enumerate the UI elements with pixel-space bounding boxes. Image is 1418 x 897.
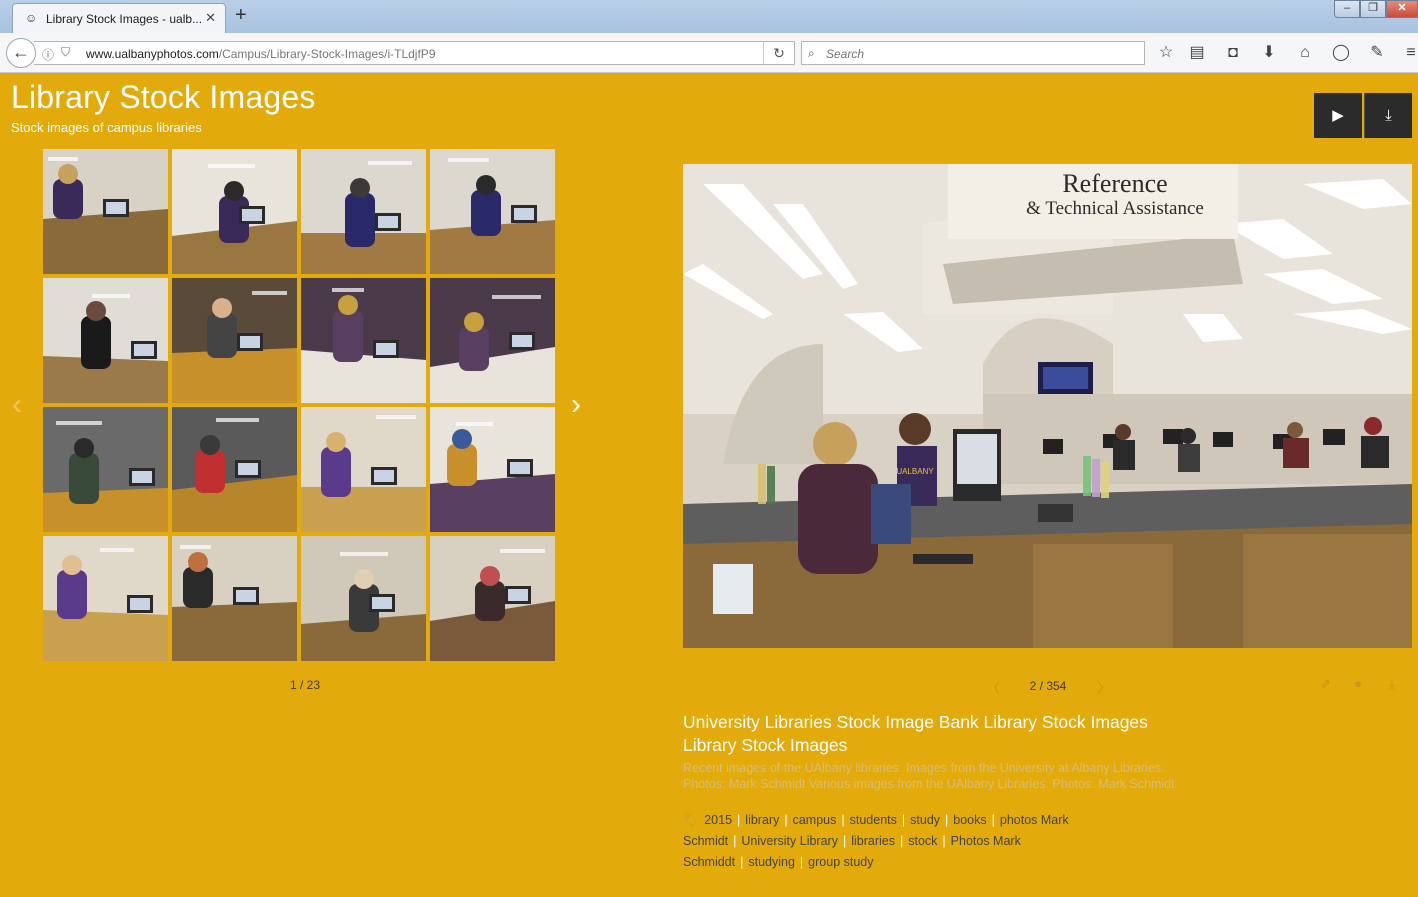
thumbnail-study-tables-overhead[interactable]: [430, 407, 555, 532]
thumbnail-student-laptop-table[interactable]: [172, 278, 297, 403]
keyword-list: 🏷 2015 | library | campus | students | study | book…: [683, 810, 1153, 873]
keyword-link[interactable]: group study: [808, 855, 873, 869]
thumbnail-reading-room-overhead-2[interactable]: [430, 278, 555, 403]
chat-icon[interactable]: ◯: [1330, 42, 1352, 64]
thumbnail-library-desk-patron[interactable]: [43, 278, 168, 403]
thumbnail-reading-room-overhead[interactable]: [301, 278, 426, 403]
tag-icon: 🏷: [683, 813, 699, 827]
keyword-separator: |: [942, 834, 946, 848]
keyword-separator: |: [733, 834, 737, 848]
download-photo-icon[interactable]: ⤓: [1389, 676, 1395, 692]
keyword-link[interactable]: library: [745, 813, 779, 827]
keyword-link[interactable]: 2015: [704, 813, 732, 827]
thumbnail-student-hoodie-laptop[interactable]: [43, 407, 168, 532]
photo-counter: 2 / 354: [1029, 679, 1067, 693]
download-button[interactable]: ⤓: [1364, 93, 1412, 138]
search-icon: ⌕: [808, 46, 815, 60]
pen-icon[interactable]: ✎: [1366, 42, 1388, 64]
keyword-link[interactable]: stock: [908, 834, 937, 848]
slideshow-button[interactable]: ▶: [1314, 93, 1362, 138]
thumbnail-smiling-student-pointing[interactable]: [301, 407, 426, 532]
thumbnail-university-library-desk-wide[interactable]: [430, 149, 555, 274]
address-bar[interactable]: ⓘ ⛉ www.ualbanyphotos.com/Campus/Library…: [34, 41, 795, 65]
keyword-separator: |: [899, 834, 904, 848]
previous-photo-icon[interactable]: 〈: [986, 678, 1000, 698]
next-photo-icon[interactable]: 〉: [1097, 678, 1111, 698]
thumbnail-grid: [43, 149, 555, 661]
thumbnail-reference-desk-student[interactable]: [43, 149, 168, 274]
reload-icon[interactable]: ↻: [763, 42, 794, 64]
keyword-separator: |: [740, 855, 744, 869]
browser-tab-bar: ☺ Library Stock Images - ualb... ✕ + ‒ ❐…: [0, 0, 1418, 33]
keyword-separator: |: [842, 834, 847, 848]
keyword-link[interactable]: studying: [748, 855, 795, 869]
browser-nav-bar: ⓘ ⛉ www.ualbanyphotos.com/Campus/Library…: [0, 33, 1418, 73]
close-icon[interactable]: ✕: [205, 10, 216, 26]
share-icon[interactable]: ⇗: [1320, 676, 1331, 692]
minimize-icon[interactable]: ‒: [1334, 0, 1360, 18]
chevron-left-icon[interactable]: ‹: [12, 388, 22, 422]
thumbnail-two-students-laptop[interactable]: [172, 407, 297, 532]
keyword-separator: |: [901, 813, 906, 827]
thumbnail-group-study-laptops[interactable]: [172, 536, 297, 661]
keyword-separator: |: [841, 813, 845, 827]
chevron-right-icon[interactable]: ›: [571, 388, 581, 422]
star-icon[interactable]: ☆: [1155, 42, 1177, 64]
url-path: /Campus/Library-Stock-Images/i-TLdjfP9: [218, 47, 436, 61]
smiley-favicon-icon: ☺: [25, 11, 38, 25]
svg-text:UALBANY: UALBANY: [896, 467, 934, 476]
window-close-icon[interactable]: ✕: [1386, 0, 1418, 18]
reference-sign-line1: Reference: [1062, 169, 1167, 198]
thumbnail-group-study-close[interactable]: [430, 536, 555, 661]
url-text[interactable]: www.ualbanyphotos.com/Campus/Library-Sto…: [86, 47, 436, 61]
photo-caption: University Libraries Stock Image Bank Li…: [683, 712, 1148, 755]
download-icon[interactable]: ⬇: [1258, 42, 1280, 64]
keyword-separator: |: [799, 855, 804, 869]
keyword-link[interactable]: study: [910, 813, 940, 827]
page-subtitle: Stock images of campus libraries: [11, 120, 202, 135]
keyword-link[interactable]: University Library: [741, 834, 838, 848]
keyword-link[interactable]: books: [953, 813, 986, 827]
tab-title: Library Stock Images - ualb...: [46, 12, 203, 26]
keyword-separator: |: [991, 813, 995, 827]
reading-list-icon[interactable]: ▤: [1186, 42, 1208, 64]
keyword-link[interactable]: libraries: [851, 834, 895, 848]
reference-sign-line2: & Technical Assistance: [1026, 198, 1204, 219]
search-input[interactable]: [826, 45, 1126, 63]
menu-icon[interactable]: ≡: [1400, 42, 1418, 64]
plus-icon[interactable]: +: [235, 4, 247, 27]
url-domain: www.ualbanyphotos.com: [86, 47, 219, 61]
main-photo[interactable]: Reference & Technical Assistance UALBANY: [683, 164, 1412, 648]
info-circle-icon[interactable]: ●: [1354, 676, 1362, 691]
home-icon[interactable]: ⌂: [1294, 42, 1316, 64]
browser-tab[interactable]: ☺ Library Stock Images - ualb... ✕: [12, 3, 226, 33]
thumbnail-group-study-wide[interactable]: [301, 536, 426, 661]
thumbnail-reference-sign-desk[interactable]: [172, 149, 297, 274]
thumbnail-student-typing-smile[interactable]: [43, 536, 168, 661]
thumbnail-university-library-desk[interactable]: [301, 149, 426, 274]
keyword-separator: |: [737, 813, 741, 827]
keyword-link[interactable]: students: [850, 813, 897, 827]
search-box[interactable]: ⌕: [801, 41, 1145, 65]
keyword-separator: |: [784, 813, 788, 827]
page-title: Library Stock Images: [11, 79, 316, 115]
maximize-icon[interactable]: ❐: [1360, 0, 1386, 18]
keyword-link[interactable]: campus: [793, 813, 837, 827]
gallery-page-counter: 1 / 23: [289, 678, 321, 692]
shield-icon[interactable]: ⛉: [61, 45, 70, 60]
photo-description: Recent images of the UAlbany libraries. …: [683, 761, 1175, 791]
pocket-icon[interactable]: ◘: [1222, 42, 1244, 64]
info-icon[interactable]: ⓘ: [42, 46, 54, 63]
back-arrow-icon[interactable]: ←: [6, 38, 36, 68]
keyword-separator: |: [945, 813, 949, 827]
